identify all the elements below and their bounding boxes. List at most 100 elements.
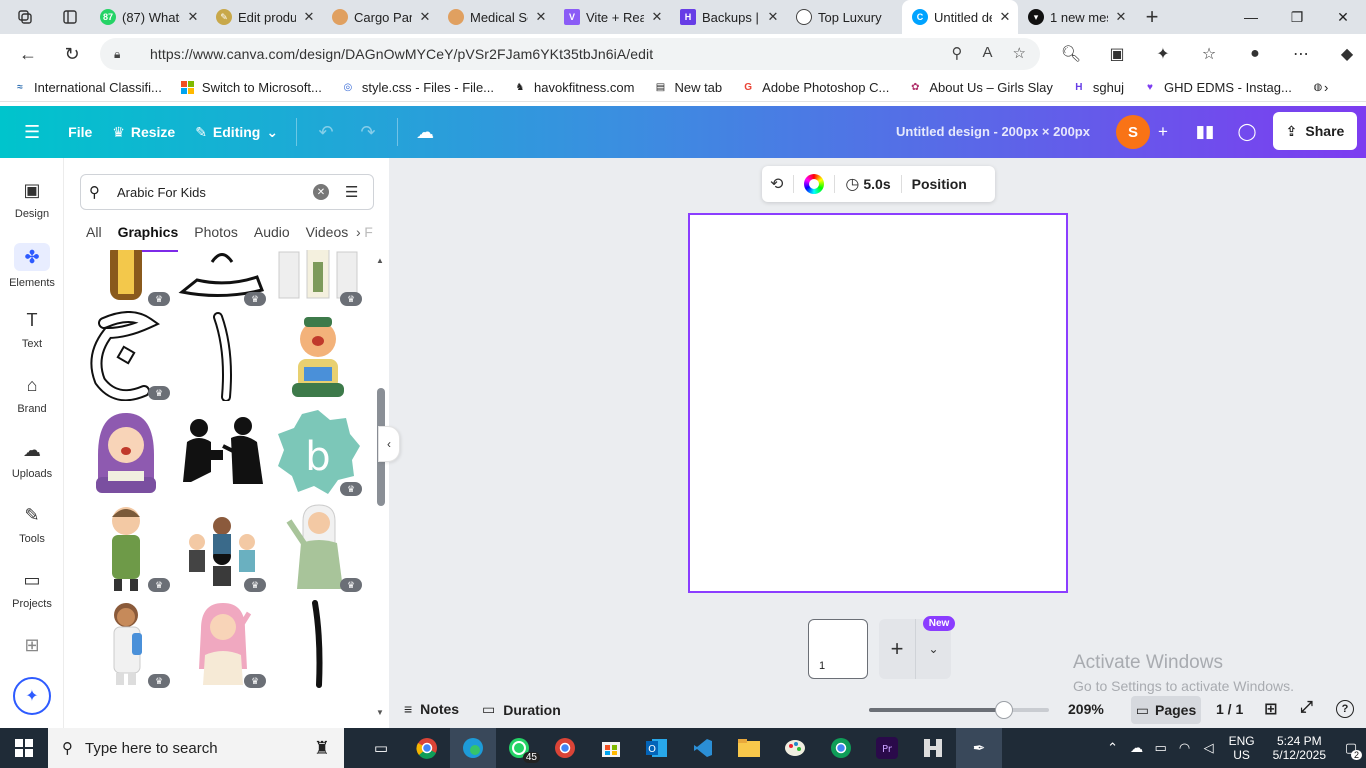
redo-icon[interactable]: ↷ (347, 122, 389, 143)
premiere-icon[interactable]: Pr (864, 728, 910, 768)
extension-app-icon[interactable]: ▣ (1094, 38, 1140, 70)
scroll-down-icon[interactable]: ▼ (376, 708, 384, 717)
cloud-save-icon[interactable]: ☁ (406, 114, 444, 150)
language-indicator[interactable]: ENG US (1229, 734, 1255, 762)
graphic-thumbnail[interactable]: ♛ (80, 250, 172, 308)
tab-graphics[interactable]: Graphics (117, 224, 178, 252)
graphic-thumbnail[interactable]: ♛ (176, 502, 268, 594)
color-picker-icon[interactable] (804, 174, 825, 194)
fullscreen-icon[interactable]: ⤢ (1300, 699, 1313, 717)
copilot-icon[interactable]: ◆ (1324, 38, 1366, 70)
rail-item-projects[interactable]: ▭ Projects (0, 568, 64, 611)
graphic-thumbnail[interactable] (272, 694, 364, 720)
browser-tab[interactable]: Cargo Pants ✕ (322, 0, 438, 34)
close-tab-icon[interactable]: ✕ (1114, 9, 1128, 25)
chrome-alt-icon[interactable] (818, 728, 864, 768)
bookmark[interactable]: Switch to Microsoft... (180, 80, 322, 96)
position-button[interactable]: Position (912, 176, 967, 192)
back-icon[interactable]: ← (10, 36, 46, 72)
site-info-icon[interactable]: 🔒︎ (114, 47, 134, 62)
profile-icon[interactable]: ● (1232, 38, 1278, 70)
graphic-thumbnail[interactable] (176, 694, 268, 720)
chevron-up-icon[interactable]: ⌃ (1101, 740, 1125, 756)
rail-item-design[interactable]: ▣ Design (0, 178, 64, 221)
browser-tab-active[interactable]: C Untitled design ✕ (902, 0, 1018, 34)
grid-view-icon[interactable]: ⊞ (1264, 699, 1277, 719)
page-thumbnail[interactable]: 1 (808, 619, 868, 679)
notifications-icon[interactable]: ▢ 2 (1336, 740, 1366, 760)
start-icon[interactable] (0, 728, 48, 768)
url-field[interactable]: 🔒︎ https://www.canva.com/design/DAGnOwMY… (100, 38, 1040, 70)
rail-item-brand[interactable]: ⌂ Brand (0, 373, 64, 416)
bookmark[interactable]: ✿ About Us – Girls Slay (907, 80, 1053, 96)
graphic-thumbnail[interactable]: ♛ (80, 310, 172, 402)
graphic-thumbnail[interactable]: ♛ (80, 598, 172, 690)
extensions-icon[interactable]: ✦ (1140, 38, 1186, 70)
panel-scrollbar[interactable]: ▲ ▼ (376, 256, 385, 717)
document-title[interactable]: Untitled design - 200px × 200px (896, 124, 1090, 139)
zoom-level[interactable]: 209% (1068, 701, 1104, 717)
favorites-icon[interactable]: ☆ (1186, 38, 1232, 70)
graphic-thumbnail[interactable]: ♛ (272, 250, 364, 308)
menu-icon[interactable]: ☰ (14, 114, 50, 150)
clock[interactable]: 5:24 PM 5/12/2025 (1273, 734, 1326, 762)
resize-button[interactable]: ♛ Resize (102, 114, 185, 150)
more-bookmarks-icon[interactable]: › (1324, 80, 1328, 95)
minimize-icon[interactable]: — (1228, 0, 1274, 34)
browser-tab[interactable]: Top Luxury (786, 0, 902, 34)
paint-icon[interactable] (772, 728, 818, 768)
bookmark[interactable]: ♥ GHD EDMS - Instag... (1142, 80, 1292, 96)
chrome-icon[interactable] (404, 728, 450, 768)
chevron-right-icon[interactable]: › (356, 224, 361, 240)
bookmark[interactable]: Hsghuj (1071, 80, 1124, 96)
restore-icon[interactable]: ❐ (1274, 0, 1320, 34)
tab-actions-icon[interactable] (50, 0, 90, 34)
bookmark[interactable]: ▤ New tab (652, 80, 722, 96)
bookmark[interactable]: ≈ International Classifi... (12, 80, 162, 96)
close-tab-icon[interactable]: ✕ (998, 9, 1012, 25)
file-explorer-icon[interactable] (726, 728, 772, 768)
volume-muted-icon[interactable]: ◁ (1197, 740, 1221, 756)
add-page-button[interactable]: + (879, 636, 915, 662)
rail-item-elements[interactable]: ✤ Elements (0, 243, 64, 289)
close-tab-icon[interactable]: ✕ (186, 9, 200, 25)
tab-more[interactable]: F (364, 224, 373, 252)
notes-button[interactable]: ≡ Notes (404, 701, 459, 717)
bookmark[interactable]: ♞ havokfitness.com (512, 80, 635, 96)
zoom-slider-handle[interactable] (995, 701, 1013, 719)
pages-button[interactable]: ▭ Pages (1131, 696, 1201, 724)
close-tab-icon[interactable]: ✕ (418, 9, 432, 25)
graphic-thumbnail[interactable]: ♛ (80, 502, 172, 594)
graphic-thumbnail[interactable] (272, 598, 364, 690)
graphic-thumbnail[interactable] (80, 406, 172, 498)
browser-tab[interactable]: Medical Scrubs ✕ (438, 0, 554, 34)
filter-icon[interactable]: ☰ (345, 183, 365, 201)
tab-photos[interactable]: Photos (194, 224, 238, 252)
scroll-up-icon[interactable]: ▲ (376, 256, 384, 265)
onedrive-icon[interactable]: ☁ (1125, 740, 1149, 756)
graphic-thumbnail[interactable]: ♛ (176, 598, 268, 690)
search-input[interactable]: ⚲ Arabic For Kids ✕ ☰ (80, 174, 374, 210)
help-icon[interactable]: ? (1336, 700, 1354, 718)
editing-mode-button[interactable]: ✎ Editing ⌄ (185, 114, 288, 150)
bookmark[interactable]: ◎ style.css - Files - File... (340, 80, 494, 96)
graphic-thumbnail[interactable]: ♛ (176, 250, 268, 308)
rail-item-uploads[interactable]: ☁ Uploads (0, 438, 64, 481)
insights-icon[interactable]: ▮▮ (1188, 115, 1222, 149)
new-tab-button[interactable]: + (1134, 4, 1170, 30)
file-menu-button[interactable]: File (58, 114, 102, 150)
zoom-icon[interactable]: ⚲ (952, 44, 963, 62)
browser-tab[interactable]: V Vite + React ✕ (554, 0, 670, 34)
comments-icon[interactable]: ◯ (1230, 115, 1264, 149)
refresh-icon[interactable]: ↻ (54, 36, 90, 72)
whatsapp-icon[interactable]: 45 (496, 728, 542, 768)
zoom-slider[interactable] (869, 708, 1049, 712)
undo-icon[interactable]: ↶ (305, 122, 347, 143)
edge-icon[interactable] (450, 728, 496, 768)
graphic-thumbnail[interactable] (176, 310, 268, 402)
add-comment-icon[interactable]: ⟲ (770, 174, 783, 194)
duration-value[interactable]: 5.0s (863, 176, 890, 192)
browser-tab[interactable]: H Backups | Hostinger ✕ (670, 0, 786, 34)
battery-icon[interactable]: ▭ (1149, 740, 1173, 756)
more-icon[interactable]: ⋯ (1278, 38, 1324, 70)
